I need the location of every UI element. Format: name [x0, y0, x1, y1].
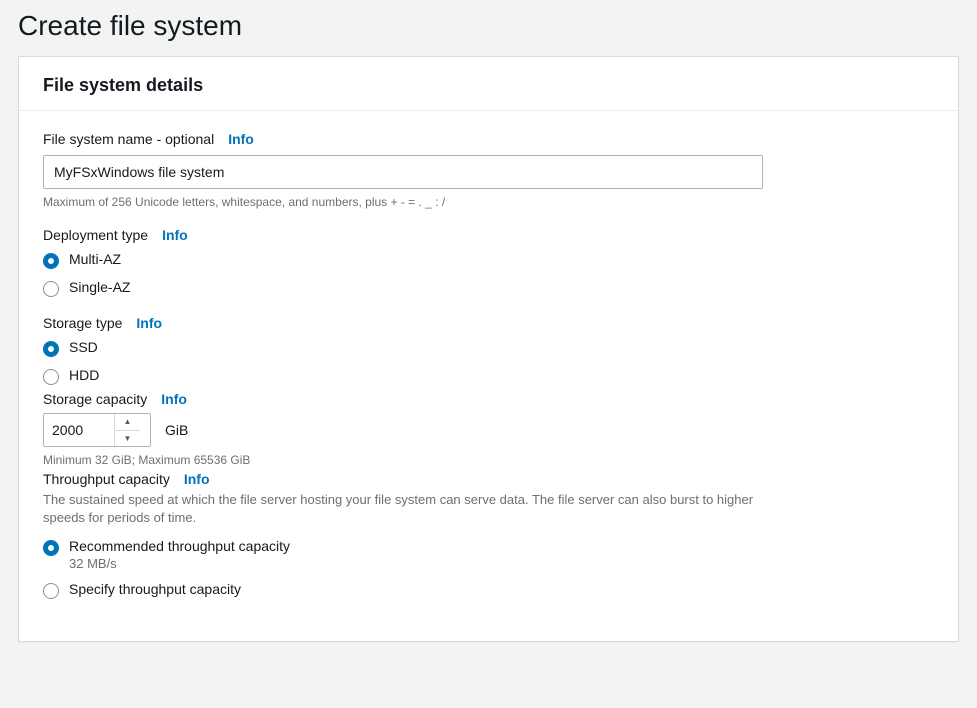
storage-type-hdd-radio[interactable]: HDD [43, 367, 934, 385]
deployment-type-group: Deployment type Info Multi-AZ Single-AZ [43, 227, 934, 297]
file-system-details-panel: File system details File system name - o… [18, 56, 959, 642]
file-system-name-helper: Maximum of 256 Unicode letters, whitespa… [43, 195, 934, 209]
radio-icon [43, 540, 59, 556]
throughput-capacity-info-link[interactable]: Info [184, 471, 210, 487]
radio-icon [43, 281, 59, 297]
radio-label: Recommended throughput capacity [69, 538, 290, 554]
storage-capacity-helper: Minimum 32 GiB; Maximum 65536 GiB [43, 453, 934, 467]
storage-capacity-input[interactable] [44, 418, 114, 442]
throughput-capacity-group: Throughput capacity Info The sustained s… [43, 471, 934, 599]
storage-type-label: Storage type [43, 315, 122, 331]
file-system-name-group: File system name - optional Info Maximum… [43, 131, 934, 209]
panel-header: File system details [19, 57, 958, 111]
radio-icon [43, 253, 59, 269]
file-system-name-input[interactable] [43, 155, 763, 189]
throughput-capacity-label: Throughput capacity [43, 471, 170, 487]
radio-label: HDD [69, 367, 99, 383]
radio-label: Single-AZ [69, 279, 130, 295]
throughput-capacity-description: The sustained speed at which the file se… [43, 491, 763, 526]
storage-type-info-link[interactable]: Info [136, 315, 162, 331]
radio-icon [43, 583, 59, 599]
storage-capacity-stepper[interactable]: ▲ ▼ [43, 413, 151, 447]
storage-capacity-label: Storage capacity [43, 391, 147, 407]
radio-icon [43, 341, 59, 357]
storage-type-group: Storage type Info SSD HDD [43, 315, 934, 385]
stepper-buttons: ▲ ▼ [114, 414, 140, 446]
panel-title: File system details [43, 75, 934, 96]
storage-capacity-info-link[interactable]: Info [161, 391, 187, 407]
deployment-type-info-link[interactable]: Info [162, 227, 188, 243]
page-title: Create file system [18, 10, 959, 42]
deployment-type-label: Deployment type [43, 227, 148, 243]
storage-capacity-unit: GiB [165, 422, 188, 438]
storage-type-ssd-radio[interactable]: SSD [43, 339, 934, 357]
deployment-multi-az-radio[interactable]: Multi-AZ [43, 251, 934, 269]
throughput-specify-radio[interactable]: Specify throughput capacity [43, 581, 934, 599]
radio-sublabel: 32 MB/s [69, 556, 290, 571]
file-system-name-info-link[interactable]: Info [228, 131, 254, 147]
deployment-single-az-radio[interactable]: Single-AZ [43, 279, 934, 297]
storage-capacity-group: Storage capacity Info ▲ ▼ GiB Minimum 32… [43, 391, 934, 467]
radio-label: SSD [69, 339, 98, 355]
stepper-up-button[interactable]: ▲ [115, 414, 140, 430]
radio-icon [43, 369, 59, 385]
file-system-name-label: File system name - optional [43, 131, 214, 147]
radio-label: Specify throughput capacity [69, 581, 241, 597]
radio-label: Multi-AZ [69, 251, 121, 267]
stepper-down-button[interactable]: ▼ [115, 430, 140, 447]
throughput-recommended-radio[interactable]: Recommended throughput capacity 32 MB/s [43, 538, 934, 571]
